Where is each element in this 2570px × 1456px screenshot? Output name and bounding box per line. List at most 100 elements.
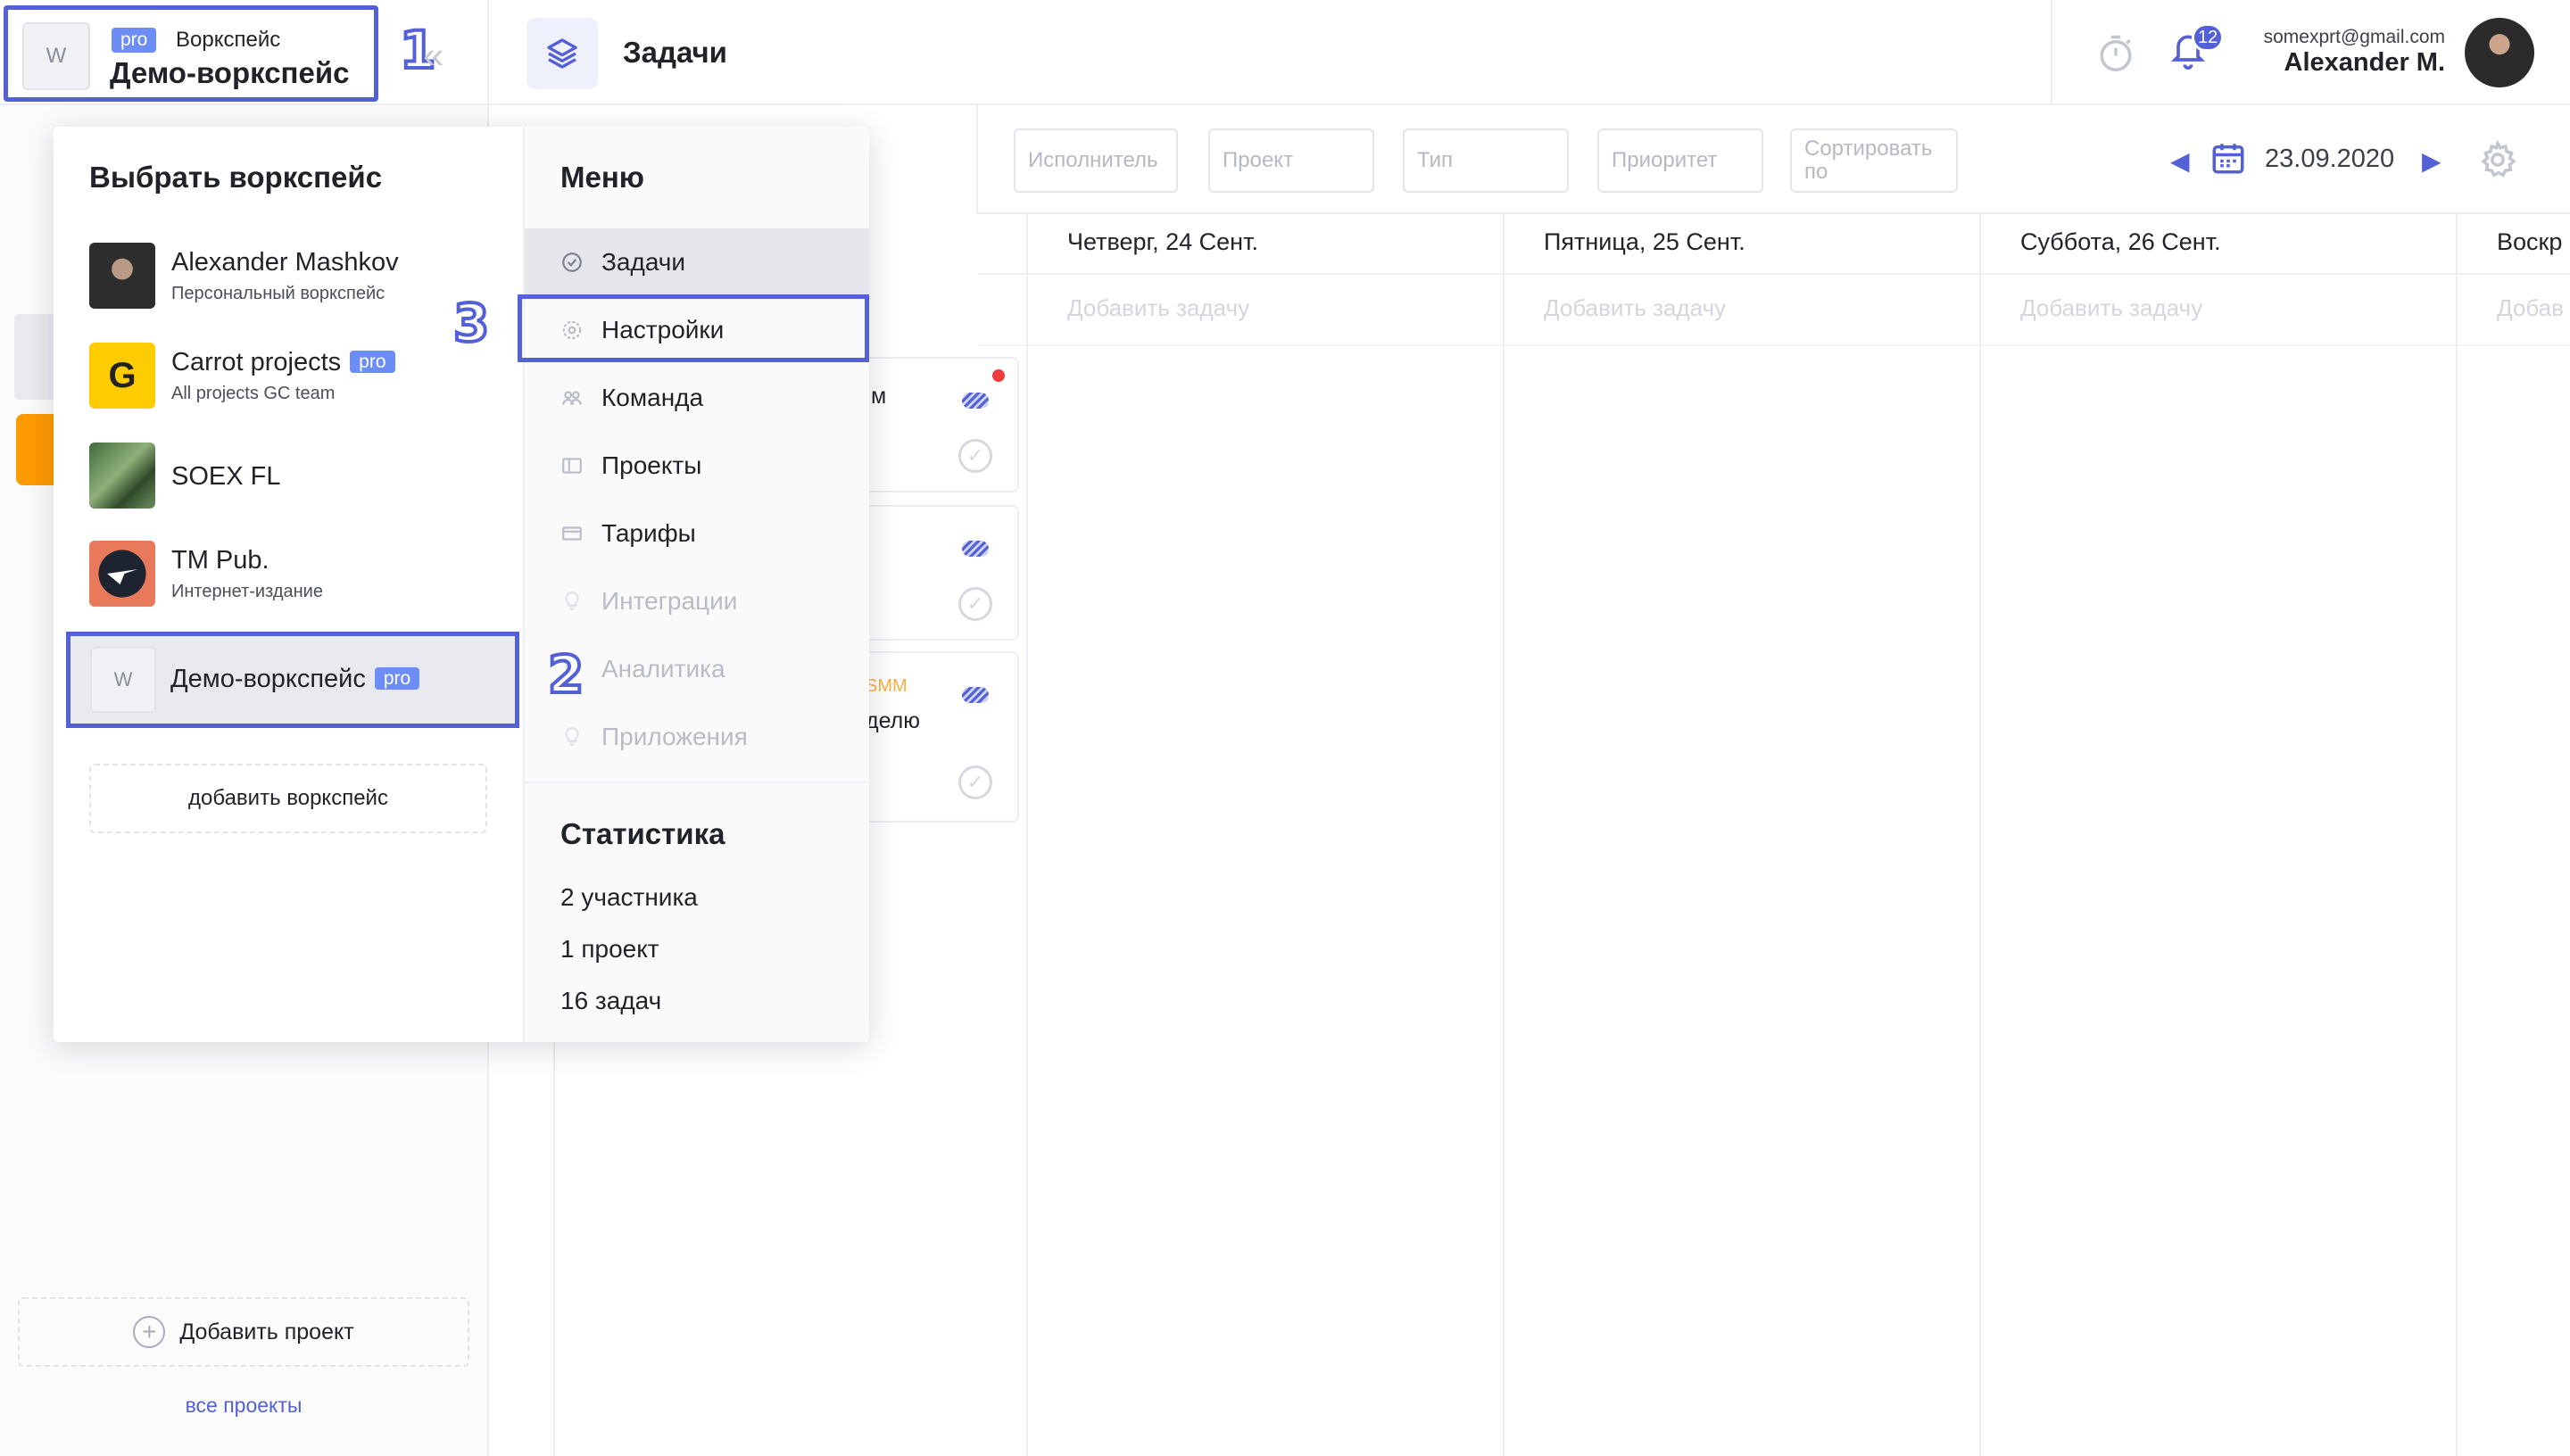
task-complete-check-icon[interactable]: ✓: [958, 587, 992, 621]
pro-badge: pro: [374, 667, 420, 690]
task-card[interactable]: ✓: [857, 505, 1019, 641]
task-complete-check-icon[interactable]: ✓: [958, 439, 992, 473]
menu-item-label: Задачи: [601, 248, 686, 276]
task-status-toggle[interactable]: [962, 541, 989, 557]
menu-item-integrations[interactable]: Интеграции: [525, 567, 869, 635]
calendar-column-line: [1503, 214, 1505, 1456]
lightbulb-icon: [560, 725, 584, 749]
add-task-input[interactable]: Добавить задачу: [1544, 294, 1726, 322]
lightbulb-icon: [560, 590, 584, 613]
calendar-column-line: [1979, 214, 1981, 1456]
user-name[interactable]: Alexander M.: [2284, 48, 2446, 78]
calendar-icon[interactable]: [2209, 139, 2247, 181]
workspace-avatar: W: [22, 22, 90, 90]
header-divider: [2051, 0, 2052, 105]
menu-item-team[interactable]: Команда: [525, 364, 869, 432]
task-status-toggle[interactable]: [962, 687, 989, 703]
task-tag: SMM: [866, 676, 908, 696]
menu-item-label: Проекты: [601, 451, 702, 479]
plus-icon: +: [133, 1316, 166, 1348]
type-filter[interactable]: Тип: [1403, 128, 1569, 193]
calendar-column-line: [2456, 214, 2458, 1456]
workspace-item-name: SOEX FL: [171, 462, 281, 491]
workspace-item-subtitle: Персональный воркспейс: [171, 284, 386, 303]
menu-item-apps[interactable]: Приложения: [525, 703, 869, 771]
notifications-badge: 12: [2192, 23, 2225, 52]
workspace-item-name: Alexander Mashkov: [171, 248, 399, 277]
task-card-text: делю: [866, 708, 920, 733]
calendar-column-line: [1026, 214, 1028, 1456]
workspace-item-subtitle: All projects GC team: [171, 384, 336, 403]
prev-date-icon[interactable]: ◀: [2170, 146, 2190, 176]
gear-icon[interactable]: [2477, 139, 2518, 185]
workspace-item-name: Carrot projects pro: [171, 348, 395, 377]
card-icon: [560, 522, 584, 545]
task-card[interactable]: SMM делю ✓: [857, 651, 1019, 823]
project-filter[interactable]: Проект: [1208, 128, 1374, 193]
step-marker-2: 2: [546, 642, 585, 707]
workspace-item-name: Демо-воркспейс pro: [170, 665, 420, 694]
workspace-item-selected[interactable]: W Демо-воркспейс pro: [66, 632, 519, 728]
menu-title: Меню: [560, 161, 644, 194]
workspace-list-title: Выбрать воркспейс: [89, 161, 383, 194]
task-complete-check-icon[interactable]: ✓: [958, 765, 992, 799]
workspace-item-subtitle: Интернет-издание: [171, 582, 323, 601]
check-circle-icon: [560, 251, 584, 274]
menu-item-label: Аналитика: [601, 655, 725, 682]
add-project-button[interactable]: + Добавить проект: [18, 1297, 469, 1367]
menu-item-label: Тарифы: [601, 519, 696, 547]
timer-icon[interactable]: [2097, 32, 2135, 78]
menu-item-label: Приложения: [601, 723, 748, 750]
team-icon: [560, 386, 584, 410]
user-avatar[interactable]: [2465, 18, 2534, 87]
stats-title: Статистика: [560, 817, 725, 850]
tasks-icon: [526, 18, 598, 89]
day-header: Воскр: [2497, 228, 2563, 255]
add-task-input[interactable]: Добав: [2497, 294, 2564, 322]
calendar-add-row-line: [978, 344, 2570, 346]
workspace-item[interactable]: SOEX FL: [54, 428, 523, 526]
tm-pub-logo-icon: [89, 541, 155, 607]
page-title: Задачи: [623, 36, 727, 69]
current-date[interactable]: 23.09.2020: [2265, 145, 2394, 174]
add-task-input[interactable]: Добавить задачу: [2020, 294, 2202, 322]
workspace-menu-panel: Меню Задачи Настройки Команда Проекты Та…: [523, 127, 869, 1042]
assignee-filter[interactable]: Исполнитель: [1014, 128, 1178, 193]
menu-item-projects[interactable]: Проекты: [525, 432, 869, 500]
workspace-switcher[interactable]: W pro Воркспейс Демо-воркспейс: [4, 5, 378, 102]
menu-item-tasks[interactable]: Задачи: [525, 228, 869, 296]
stat-projects: 1 проект: [560, 935, 659, 963]
task-card[interactable]: м ✓: [857, 357, 1019, 492]
collapse-sidebar-icon[interactable]: «: [423, 34, 444, 77]
user-email: somexprt@gmail.com: [2263, 27, 2445, 47]
next-date-icon[interactable]: ▶: [2422, 146, 2442, 176]
stat-members: 2 участника: [560, 883, 698, 911]
workspace-item[interactable]: TM Pub. Интернет-издание: [54, 526, 523, 625]
workspace-avatar: W: [90, 647, 156, 713]
add-project-label: Добавить проект: [179, 1319, 354, 1344]
sort-filter[interactable]: Сортировать по: [1790, 128, 1958, 193]
all-projects-link[interactable]: все проекты: [0, 1394, 487, 1418]
day-header: Пятница, 25 Сент.: [1544, 228, 1745, 255]
projects-icon: [560, 454, 584, 477]
add-task-input[interactable]: Добавить задачу: [1067, 294, 1249, 322]
day-header: Четверг, 24 Сент.: [1067, 228, 1258, 255]
workspace-kind-label: Воркспейс: [176, 28, 281, 52]
add-workspace-button[interactable]: добавить воркспейс: [89, 764, 487, 833]
settings-highlight: [518, 294, 869, 362]
workspace-name: Демо-воркспейс: [110, 56, 350, 89]
pro-badge: pro: [350, 351, 395, 373]
workspace-avatar: [89, 243, 155, 309]
workspace-dropdown: Выбрать воркспейс Alexander Mashkov Перс…: [54, 127, 869, 1042]
stat-tasks: 16 задач: [560, 987, 662, 1014]
menu-item-label: Команда: [601, 384, 704, 411]
calendar-header-line: [978, 273, 2570, 275]
priority-filter[interactable]: Приоритет: [1597, 128, 1763, 193]
day-header: Суббота, 26 Сент.: [2020, 228, 2221, 255]
task-card-text: м: [871, 384, 887, 409]
task-status-toggle[interactable]: [962, 393, 989, 409]
menu-item-tariffs[interactable]: Тарифы: [525, 500, 869, 567]
workspace-item-name: TM Pub.: [171, 546, 269, 575]
workspace-list-panel: Выбрать воркспейс Alexander Mashkov Перс…: [54, 127, 523, 1042]
menu-item-label: Интеграции: [601, 587, 738, 615]
